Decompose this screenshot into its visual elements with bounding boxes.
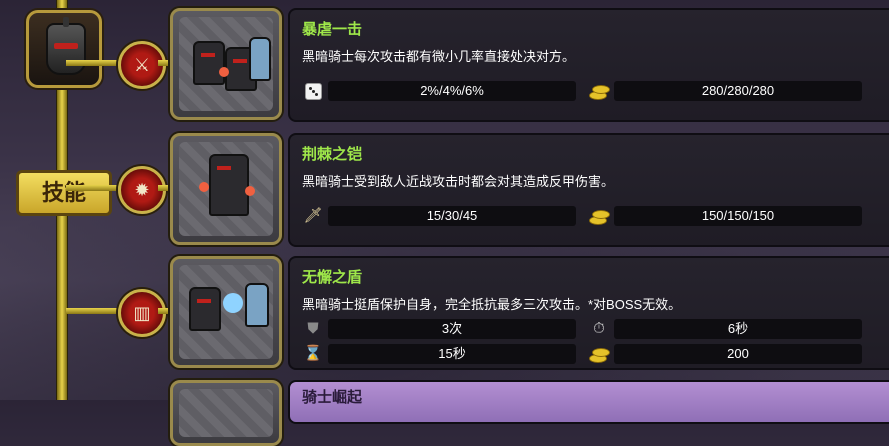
skill-title: 无懈之盾 xyxy=(302,269,363,286)
stat-value: 280/280/280 xyxy=(614,81,862,101)
portrait-scene xyxy=(179,265,273,359)
stat-value: 15秒 xyxy=(328,344,576,364)
portrait-scene xyxy=(179,389,273,437)
skill-title: 荆棘之铠 xyxy=(302,146,363,163)
skill-card-thorns[interactable]: 荆棘之铠 黑暗骑士受到敌人近战攻击时都会对其造成反甲伤害。 🗡 15/30/45… xyxy=(288,133,889,247)
spiked-armor-icon: ✹ xyxy=(134,180,150,200)
portrait-scene xyxy=(179,17,273,111)
skill-description: 黑暗骑士受到敌人近战攻击时都会对其造成反甲伤害。 xyxy=(302,174,615,189)
gold-coins-icon xyxy=(588,205,610,227)
stat-value: 150/150/150 xyxy=(614,206,862,226)
portrait-scene xyxy=(179,142,273,236)
connector-2 xyxy=(66,185,122,191)
shield-wall-icon: ▥ xyxy=(133,303,151,323)
magic-burst xyxy=(223,293,243,313)
stat-value: 2%/4%/6% xyxy=(328,81,576,101)
gold-coins-icon xyxy=(588,80,610,102)
stat-cost: 280/280/280 xyxy=(588,80,862,102)
skill-description: 黑暗骑士每次攻击都有微小几率直接处决对方。 xyxy=(302,49,576,64)
connector-3 xyxy=(66,308,122,314)
hero-portrait-badge[interactable] xyxy=(26,10,102,88)
gold-coins-icon xyxy=(588,343,610,365)
stat-duration: ⏱ 6秒 xyxy=(588,318,862,340)
stat-cost: 150/150/150 xyxy=(588,205,862,227)
hit-spark xyxy=(219,67,229,77)
skill-portrait-thorns[interactable] xyxy=(170,133,282,245)
dice-icon xyxy=(302,80,324,102)
spiked-knight-figure xyxy=(209,154,249,216)
skill-description: 黑暗骑士挺盾保护自身，完全抵抗最多三次攻击。*对BOSS无效。 xyxy=(302,297,682,312)
ally-figure xyxy=(249,37,271,81)
hourglass-icon: ⌛ xyxy=(303,345,323,362)
execute-skill-icon: ⚔ xyxy=(133,55,151,75)
spike-spark xyxy=(199,182,209,192)
shield-knight-figure xyxy=(189,287,221,331)
stat-value: 6秒 xyxy=(614,319,862,339)
skill-title: 暴虐一击 xyxy=(302,21,363,38)
stat-cooldown: ⌛ 15秒 xyxy=(302,343,576,365)
stat-cost: 200 xyxy=(588,343,862,365)
stopwatch-icon: ⏱ xyxy=(593,320,605,337)
skill-card-execute[interactable]: 暴虐一击 黑暗骑士每次攻击都有微小几率直接处决对方。 2%/4%/6% 280/… xyxy=(288,8,889,122)
sword-icon: 🗡 xyxy=(303,207,323,224)
stat-chance: 2%/4%/6% xyxy=(302,80,576,102)
skill-portrait-execute[interactable] xyxy=(170,8,282,120)
shield-icon: ⛊ xyxy=(307,320,319,337)
skill-portrait-rise[interactable] xyxy=(170,380,282,446)
stat-blocks: ⛊ 3次 xyxy=(302,318,576,340)
skill-title: 骑士崛起 xyxy=(302,389,363,406)
skill-card-shield[interactable]: 无懈之盾 黑暗骑士挺盾保护自身，完全抵抗最多三次攻击。*对BOSS无效。 ⛊ 3… xyxy=(288,256,889,370)
enemy-figure xyxy=(193,41,225,85)
stat-damage: 🗡 15/30/45 xyxy=(302,205,576,227)
skills-tab[interactable]: 技能 xyxy=(16,170,112,216)
stat-value: 200 xyxy=(614,344,862,364)
spike-spark xyxy=(245,186,255,196)
skill-card-rise[interactable]: 骑士崛起 xyxy=(288,380,889,424)
skill-portrait-shield[interactable] xyxy=(170,256,282,368)
dark-knight-helmet-icon xyxy=(46,17,86,75)
connector-1 xyxy=(66,60,122,66)
stat-value: 3次 xyxy=(328,319,576,339)
mage-figure xyxy=(245,283,269,327)
stat-value: 15/30/45 xyxy=(328,206,576,226)
